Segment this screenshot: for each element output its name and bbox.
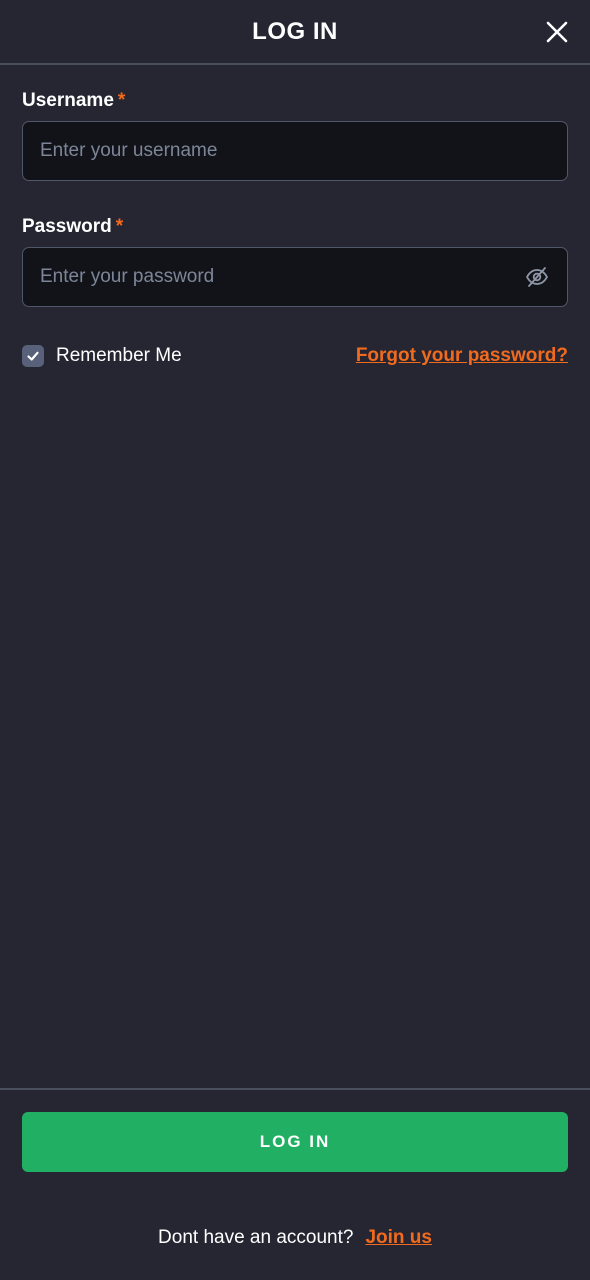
- close-button[interactable]: [544, 19, 570, 45]
- password-required-mark: *: [115, 216, 124, 237]
- close-icon: [546, 21, 568, 43]
- username-label-text: Username: [22, 90, 114, 111]
- footer-divider: [0, 1088, 590, 1090]
- password-label: Password *: [22, 216, 123, 238]
- remember-row: Remember Me Forgot your password?: [22, 343, 568, 369]
- username-label: Username *: [22, 90, 125, 112]
- page-title: LOG IN: [252, 17, 338, 45]
- header: LOG IN: [0, 0, 590, 65]
- remember-me-checkbox[interactable]: [22, 345, 44, 367]
- password-input[interactable]: [40, 266, 524, 288]
- no-account-text: Dont have an account?: [158, 1227, 354, 1248]
- forgot-password-link[interactable]: Forgot your password?: [356, 345, 568, 367]
- login-screen: LOG IN Username* Password*: [0, 0, 590, 1280]
- password-label-text: Password: [22, 216, 112, 237]
- login-button[interactable]: LOG IN: [22, 1112, 568, 1172]
- username-field: [22, 121, 568, 181]
- eye-slash-icon: [526, 267, 548, 287]
- signup-prompt: Dont have an account? Join us: [0, 1224, 590, 1252]
- remember-me-toggle[interactable]: Remember Me: [22, 345, 182, 367]
- username-input[interactable]: [40, 140, 550, 162]
- password-field: [22, 247, 568, 307]
- toggle-password-visibility-button[interactable]: [524, 264, 550, 290]
- remember-me-label: Remember Me: [56, 345, 182, 366]
- join-us-link[interactable]: Join us: [365, 1227, 432, 1249]
- username-required-mark: *: [117, 90, 126, 111]
- checkmark-icon: [27, 351, 39, 361]
